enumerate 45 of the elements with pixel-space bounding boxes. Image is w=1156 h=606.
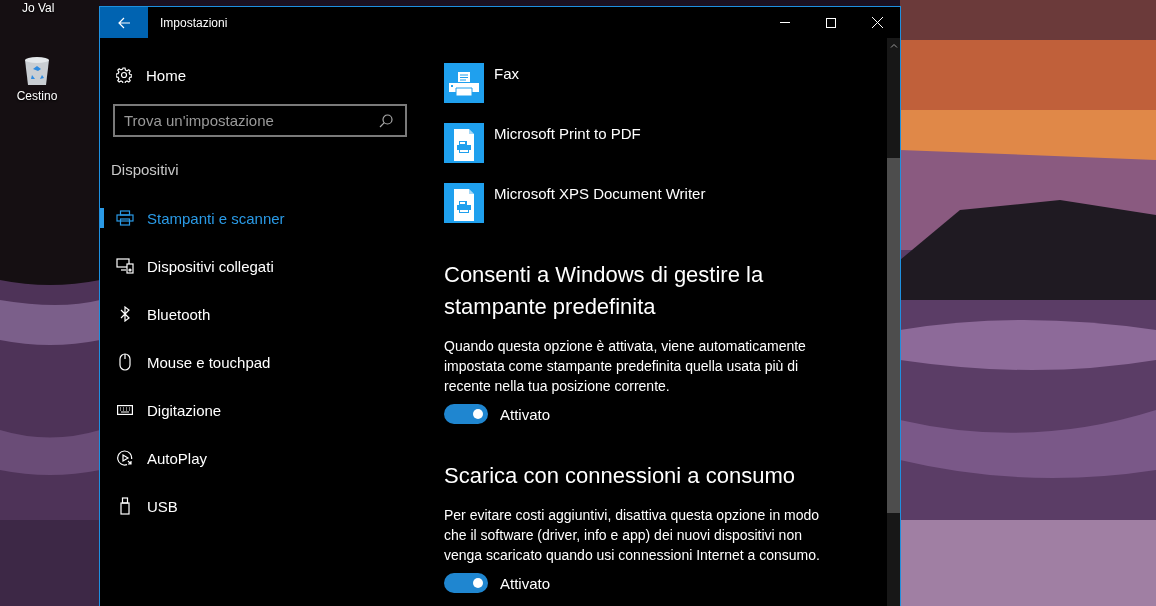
- nav-item[interactable]: Mouse e touchpad: [100, 338, 430, 386]
- devices-icon: [116, 258, 134, 274]
- autoplay-icon: [117, 450, 133, 466]
- toggle-label: Attivato: [500, 574, 551, 592]
- printer-name[interactable]: Microsoft XPS Document Writer: [494, 183, 706, 202]
- printer-name[interactable]: Microsoft Print to PDF: [494, 123, 641, 142]
- setting-heading: Scarica con connessioni a consumo: [444, 462, 796, 490]
- setting-heading: Consenti a Windows di gestire la stampante predefinita: [444, 261, 765, 321]
- fax-icon: [444, 63, 484, 103]
- scrollbar-track[interactable]: [887, 38, 900, 606]
- close-icon: [871, 17, 883, 28]
- desktop-icon-label[interactable]: Cestino: [16, 89, 58, 103]
- usb-icon: [120, 497, 130, 515]
- maximize-icon: [826, 17, 836, 28]
- setting-description: Per evitare costi aggiuntivi, disattiva questa opzione in modo che il software (driver, info e app) dei nuovi dispositivi non venga scaricato quando usi connessioni Internet a consumo.: [444, 506, 821, 565]
- search-icon: [379, 114, 393, 128]
- keyboard-icon: [117, 405, 133, 415]
- document-printer-icon: [444, 183, 484, 223]
- section-heading: Dispositivi: [111, 161, 180, 180]
- printer-name[interactable]: Fax: [494, 63, 519, 82]
- document-printer-icon: [444, 123, 484, 163]
- setting-description: Quando questa opzione è attivata, viene automaticamente impostata come stampante predefinita quella usata più di recente nella tua posizione corrente.: [444, 337, 807, 396]
- toggle-switch[interactable]: [444, 404, 488, 424]
- back-button[interactable]: [100, 7, 148, 38]
- scrollbar-thumb[interactable]: [887, 158, 900, 513]
- mouse-icon: [119, 353, 131, 371]
- settings-icon: [116, 67, 132, 83]
- nav-item[interactable]: Stampanti e scanner: [100, 194, 430, 242]
- user-name: Jo Val: [22, 1, 55, 15]
- nav-item[interactable]: USB: [100, 482, 430, 530]
- home-link[interactable]: Home: [146, 66, 186, 84]
- search-field[interactable]: Trova un'impostazione: [113, 104, 407, 137]
- nav-item[interactable]: Dispositivi collegati: [100, 242, 430, 290]
- window-title: Impostazioni: [160, 15, 229, 30]
- toggle-label: Attivato: [500, 405, 551, 423]
- printer-icon: [116, 210, 134, 226]
- bluetooth-icon: [120, 306, 130, 322]
- nav-item[interactable]: AutoPlay: [100, 434, 430, 482]
- nav-item[interactable]: Bluetooth: [100, 290, 430, 338]
- scroll-up-icon[interactable]: [889, 43, 898, 48]
- toggle-switch[interactable]: [444, 573, 488, 593]
- minimize-icon: [780, 22, 790, 23]
- back-arrow-icon: [118, 16, 130, 29]
- nav-item[interactable]: Digitazione: [100, 386, 430, 434]
- recycle-bin-icon[interactable]: [23, 56, 51, 86]
